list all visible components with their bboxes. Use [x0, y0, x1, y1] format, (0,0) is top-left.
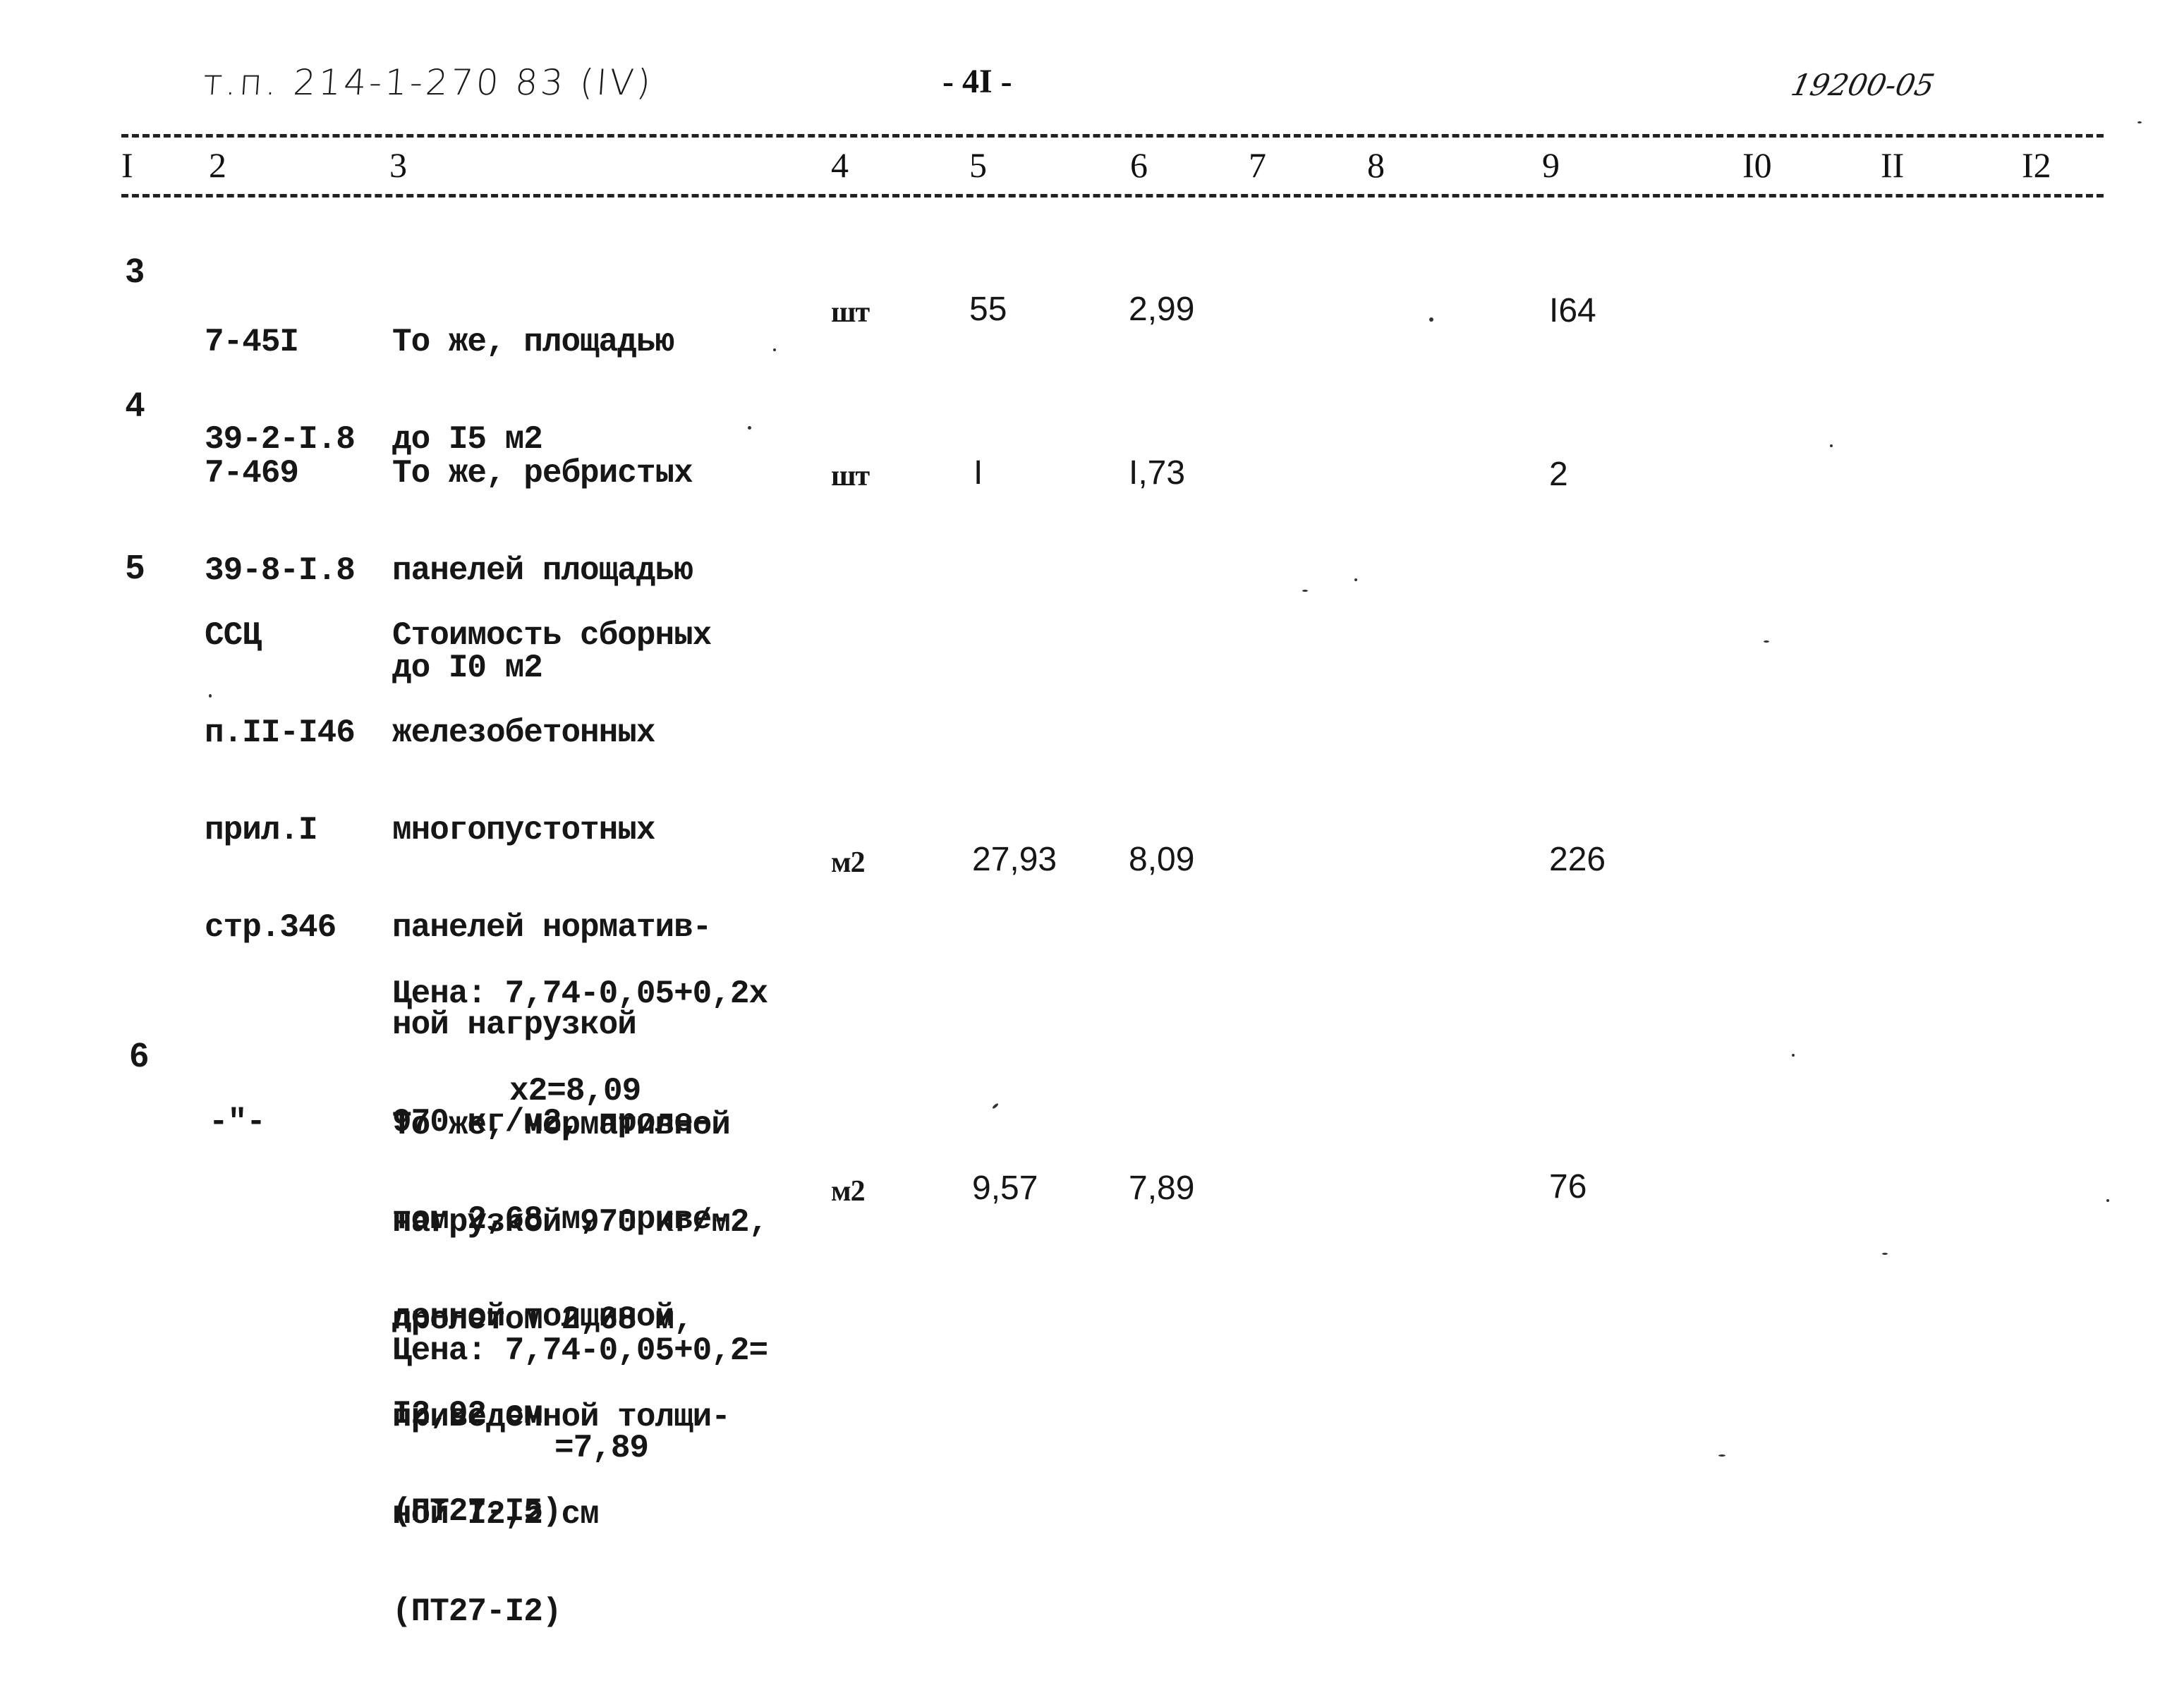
row-number: 6 [130, 1037, 149, 1074]
price-note-line: Цена: 7,74-0,05+0,2х [392, 976, 768, 1012]
norm-code-line: прил.I [205, 812, 318, 849]
norm-code: ССЦ п.II-I46 прил.I стр.346 [205, 554, 356, 1009]
column-number: I2 [2022, 145, 2051, 185]
total-cost: 2 [1549, 456, 1568, 493]
norm-code-line: 7-469 [205, 455, 299, 492]
column-number: 7 [1249, 145, 1266, 185]
unit-price: 2,99 [1129, 291, 1195, 328]
total-cost: 226 [1549, 841, 1606, 878]
scan-speck [209, 694, 212, 698]
header-rule-top [121, 134, 2104, 138]
header-rule-bottom [121, 194, 2104, 198]
row-number: 3 [126, 253, 145, 290]
norm-code-line: -"- [209, 1104, 266, 1141]
scan-speck [773, 348, 776, 351]
scan-speck [1882, 1253, 1888, 1255]
description-line: Стоимость сборных [392, 617, 712, 654]
row-number: 4 [126, 387, 145, 424]
total-cost: I64 [1549, 292, 1596, 329]
column-number: 4 [831, 145, 849, 185]
norm-code-line: ССЦ [205, 617, 262, 654]
description-line: нагрузкой 970 кг/м2, [392, 1204, 768, 1241]
document-code: 19200-05 [1788, 68, 1938, 102]
price-note-line: =7,89 [554, 1430, 649, 1466]
scan-speck [748, 426, 751, 430]
description-line: То же, нормативной [392, 1107, 731, 1143]
column-number: 5 [969, 145, 987, 185]
column-number: I [121, 145, 133, 185]
column-number: 2 [209, 145, 226, 185]
column-number: 9 [1542, 145, 1560, 185]
row-number: 5 [126, 549, 145, 586]
scan-speck [1718, 1454, 1725, 1457]
description-line: То же, площадью [392, 324, 674, 360]
unit: м2 [831, 1175, 866, 1208]
scan-speck [1764, 640, 1769, 643]
description-line: (ПТ27-I2) [392, 1593, 562, 1630]
scan-speck [2106, 1199, 2109, 1202]
quantity: 27,93 [972, 841, 1057, 878]
total-cost: 76 [1549, 1168, 1587, 1205]
unit: шт [831, 460, 870, 492]
quantity: 55 [969, 291, 1007, 328]
column-number: 3 [389, 145, 407, 185]
price-note-line: Цена: 7,74-0,05+0,2= [392, 1332, 768, 1369]
norm-code-line: 7-45I [205, 324, 299, 360]
description-line: железобетонных [392, 715, 655, 751]
scan-speck [1792, 1054, 1795, 1057]
scan-speck [1429, 317, 1433, 322]
column-number: I0 [1742, 145, 1772, 185]
quantity: 9,57 [972, 1170, 1038, 1207]
norm-code: -"- [209, 1041, 322, 1203]
unit-price: 8,09 [1129, 841, 1195, 878]
document-page: т.п. 214-1-270 83 (IV) - 4I - 19200-05 I… [0, 0, 2184, 1628]
quantity: I [973, 454, 983, 492]
norm-code-line: п.II-I46 [205, 715, 356, 751]
unit-price: 7,89 [1129, 1170, 1195, 1207]
unit: м2 [831, 846, 866, 879]
description-line: То же, ребристых [392, 455, 693, 492]
unit: шт [831, 296, 870, 329]
column-number: 6 [1130, 145, 1148, 185]
project-reference: т.п. 214-1-270 83 (IV) [201, 62, 655, 103]
scan-speck [1302, 590, 1308, 592]
page-number: - 4I - [942, 63, 1012, 100]
scan-speck [1830, 444, 1833, 447]
description-line: многопустотных [392, 812, 655, 849]
norm-code-line: стр.346 [205, 909, 336, 946]
price-calculation-note: Цена: 7,74-0,05+0,2= =7,89 [392, 1270, 768, 1529]
column-number: 8 [1367, 145, 1385, 185]
column-number: II [1881, 145, 1905, 185]
scan-speck [2137, 121, 2142, 123]
unit-price: I,73 [1129, 454, 1186, 492]
scan-speck [1354, 578, 1357, 581]
scan-speck [991, 1102, 1000, 1110]
